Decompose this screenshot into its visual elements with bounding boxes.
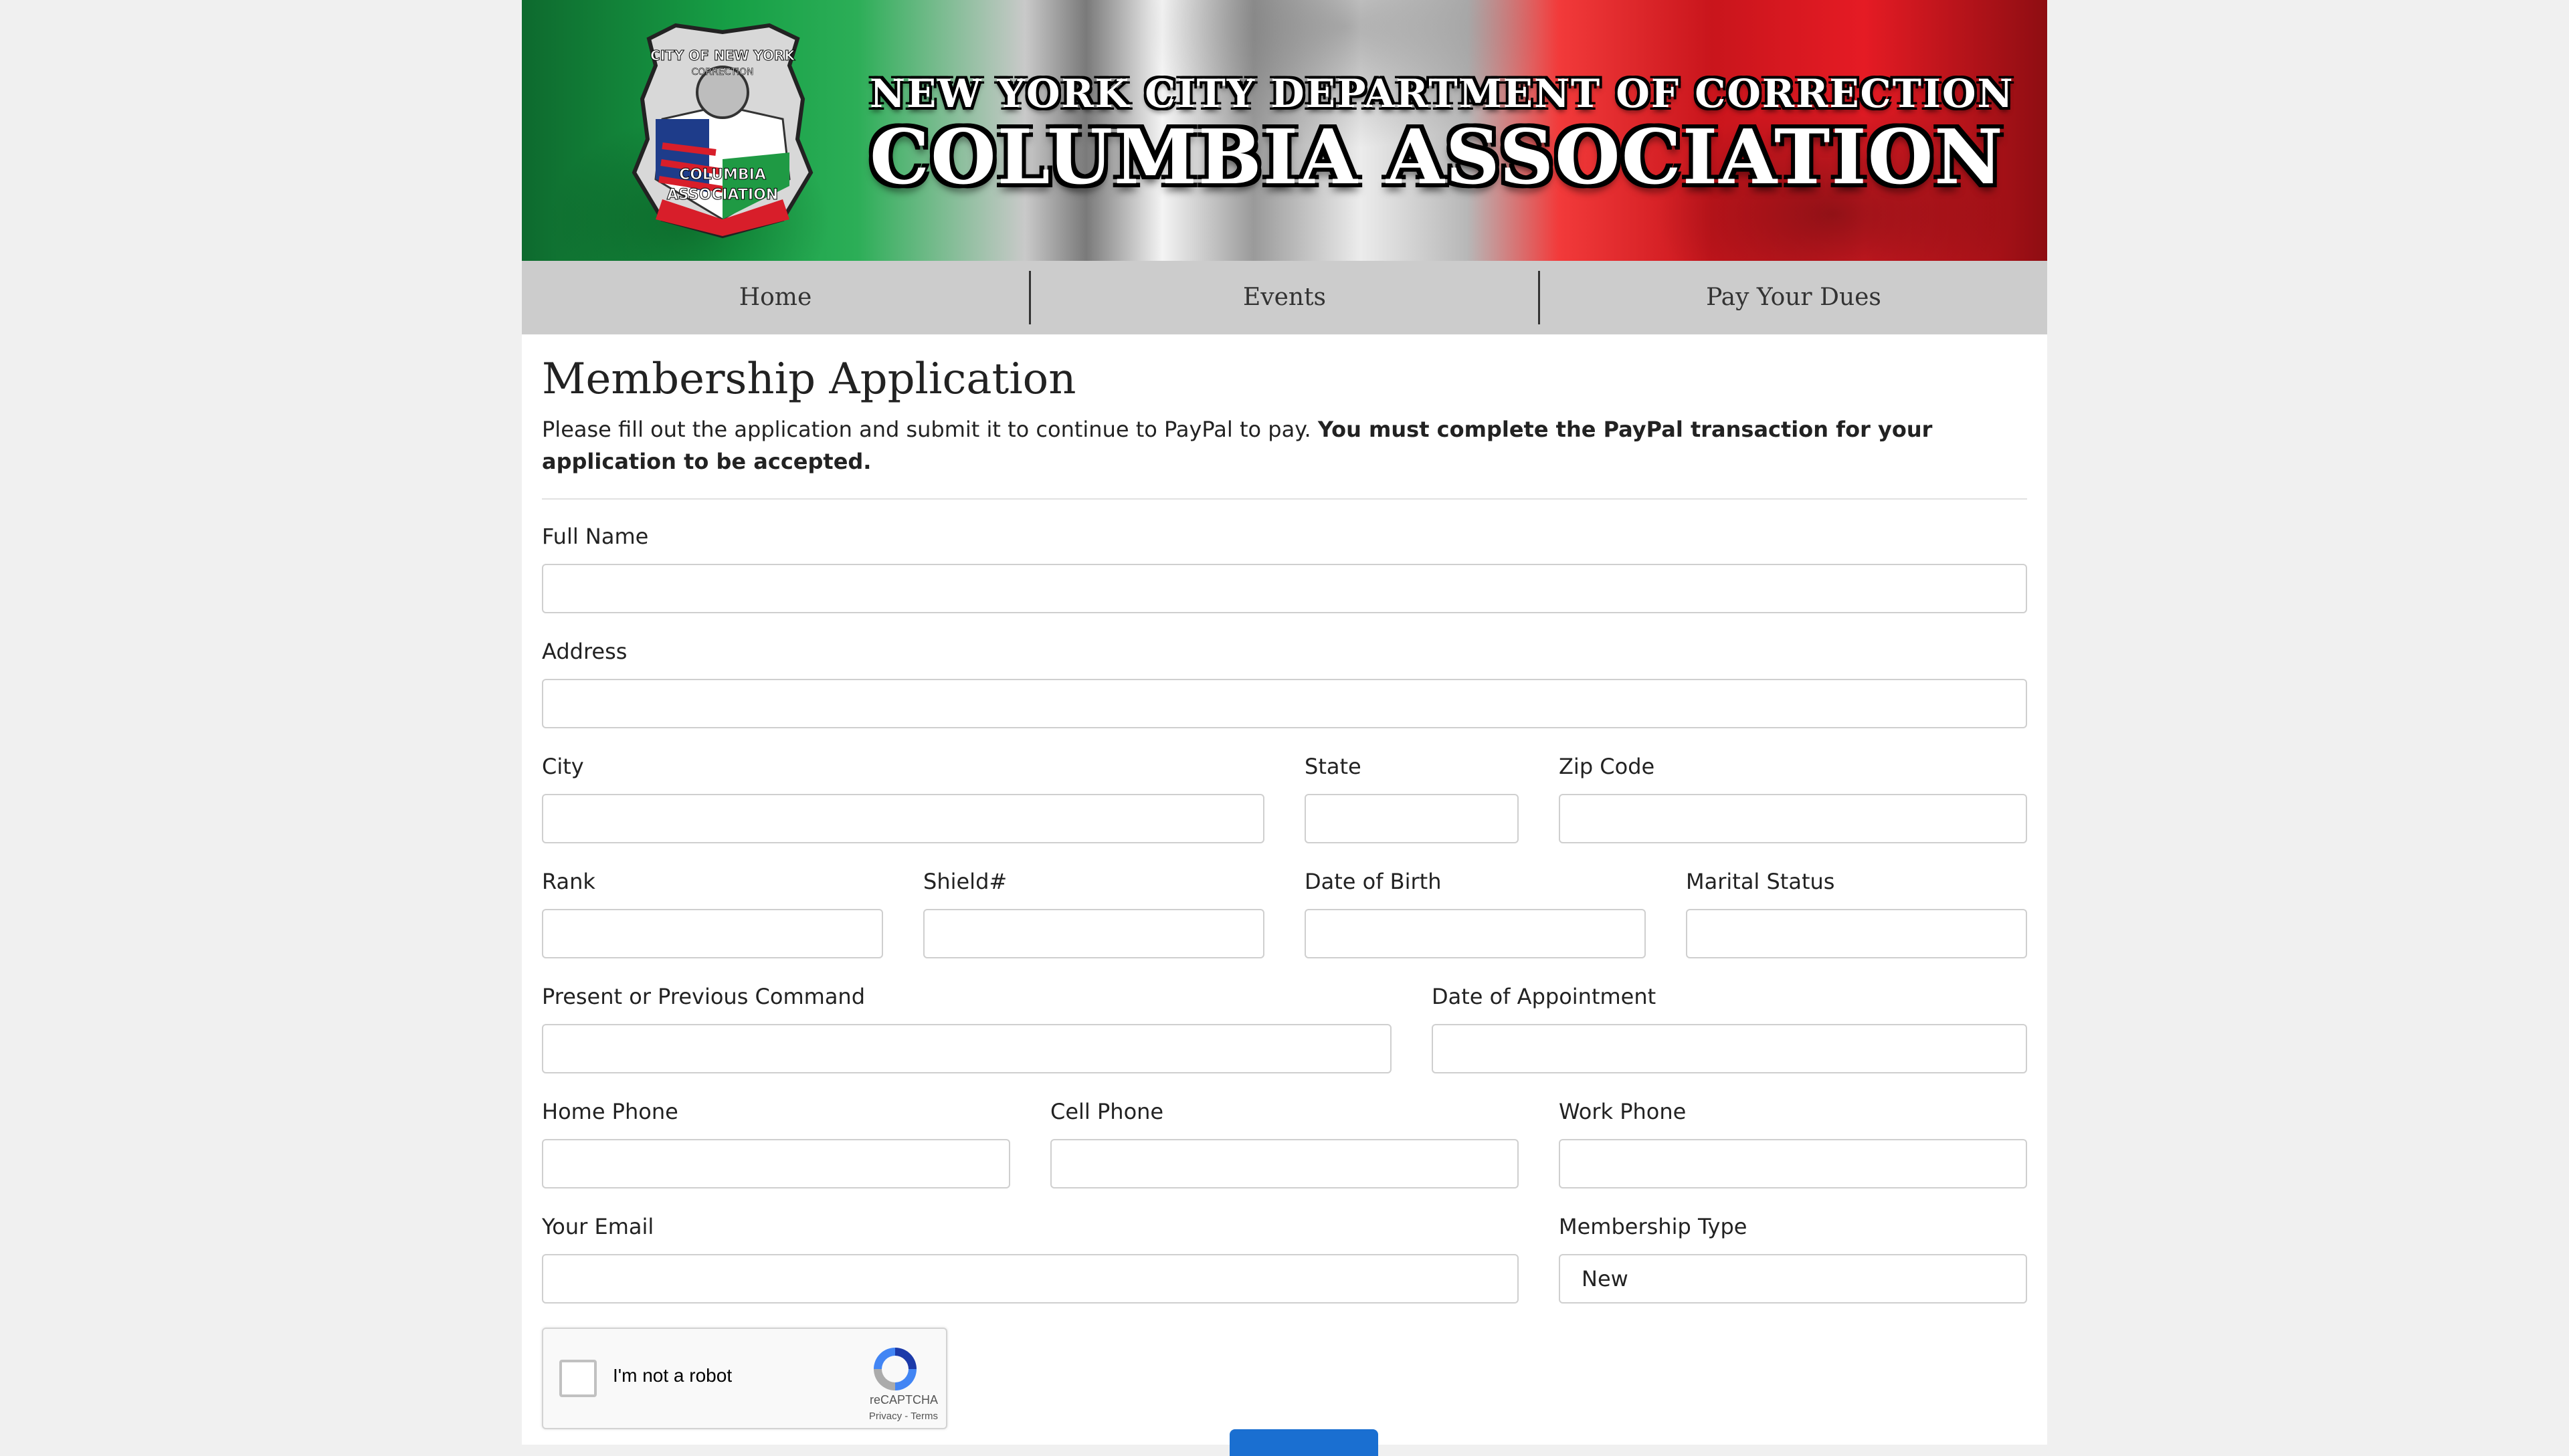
date-of-birth-label: Date of Birth bbox=[1305, 869, 1442, 894]
recaptcha-brand: reCAPTCHA bbox=[869, 1393, 938, 1407]
shield-label: Shield# bbox=[923, 869, 1008, 894]
header-banner: CITY OF NEW YORK CORRECTION COLUMBIA ASS… bbox=[522, 0, 2047, 261]
address-input[interactable] bbox=[542, 679, 2027, 728]
nav-pay-your-dues[interactable]: Pay Your Dues bbox=[1540, 261, 2047, 334]
svg-text:ASSOCIATION: ASSOCIATION bbox=[667, 187, 778, 203]
marital-status-input[interactable] bbox=[1686, 909, 2027, 958]
rank-label: Rank bbox=[542, 869, 595, 894]
state-input[interactable] bbox=[1305, 794, 1519, 843]
date-of-appointment-input[interactable] bbox=[1432, 1024, 2027, 1073]
recaptcha-label: I'm not a robot bbox=[613, 1365, 733, 1386]
rank-input[interactable] bbox=[542, 909, 883, 958]
main-nav: Home Events Pay Your Dues bbox=[522, 261, 2047, 334]
intro-text: Please fill out the application and subm… bbox=[542, 413, 2027, 478]
recaptcha-links[interactable]: Privacy - Terms bbox=[838, 1411, 938, 1422]
svg-text:CITY OF NEW YORK: CITY OF NEW YORK bbox=[650, 47, 795, 64]
association-badge-logo: CITY OF NEW YORK CORRECTION COLUMBIA ASS… bbox=[632, 23, 814, 239]
shield-input[interactable] bbox=[923, 909, 1264, 958]
city-label: City bbox=[542, 754, 584, 779]
date-of-birth-input[interactable] bbox=[1305, 909, 1646, 958]
banner-title-line-2: COLUMBIA ASSOCIATION bbox=[870, 114, 2004, 201]
page: CITY OF NEW YORK CORRECTION COLUMBIA ASS… bbox=[522, 0, 2047, 1456]
banner-title-line-1: NEW YORK CITY DEPARTMENT OF CORRECTION bbox=[870, 71, 2014, 116]
city-input[interactable] bbox=[542, 794, 1264, 843]
command-input[interactable] bbox=[542, 1024, 1392, 1073]
recaptcha-widget: I'm not a robot reCAPTCHA Privacy - Term… bbox=[542, 1328, 947, 1429]
state-label: State bbox=[1305, 754, 1361, 779]
email-input[interactable] bbox=[542, 1254, 1519, 1304]
divider bbox=[542, 498, 2027, 500]
command-label: Present or Previous Command bbox=[542, 984, 866, 1009]
full-name-label: Full Name bbox=[542, 524, 649, 549]
svg-text:CORRECTION: CORRECTION bbox=[691, 67, 753, 78]
submit-button[interactable] bbox=[1230, 1429, 1378, 1456]
date-of-appointment-label: Date of Appointment bbox=[1432, 984, 1656, 1009]
cell-phone-label: Cell Phone bbox=[1050, 1099, 1164, 1124]
zip-code-input[interactable] bbox=[1559, 794, 2027, 843]
work-phone-input[interactable] bbox=[1559, 1139, 2027, 1188]
cell-phone-input[interactable] bbox=[1050, 1139, 1519, 1188]
membership-type-select[interactable]: New bbox=[1559, 1254, 2027, 1304]
nav-events[interactable]: Events bbox=[1031, 261, 1538, 334]
work-phone-label: Work Phone bbox=[1559, 1099, 1687, 1124]
home-phone-label: Home Phone bbox=[542, 1099, 678, 1124]
svg-text:COLUMBIA: COLUMBIA bbox=[679, 167, 766, 183]
marital-status-label: Marital Status bbox=[1686, 869, 1835, 894]
nav-home[interactable]: Home bbox=[522, 261, 1029, 334]
recaptcha-icon bbox=[874, 1348, 917, 1390]
address-label: Address bbox=[542, 639, 628, 664]
full-name-input[interactable] bbox=[542, 564, 2027, 613]
intro-plain: Please fill out the application and subm… bbox=[542, 417, 1311, 442]
recaptcha-checkbox[interactable] bbox=[559, 1360, 597, 1397]
page-title: Membership Application bbox=[542, 354, 1076, 404]
home-phone-input[interactable] bbox=[542, 1139, 1010, 1188]
email-label: Your Email bbox=[542, 1214, 654, 1239]
membership-type-label: Membership Type bbox=[1559, 1214, 1747, 1239]
zip-code-label: Zip Code bbox=[1559, 754, 1655, 779]
